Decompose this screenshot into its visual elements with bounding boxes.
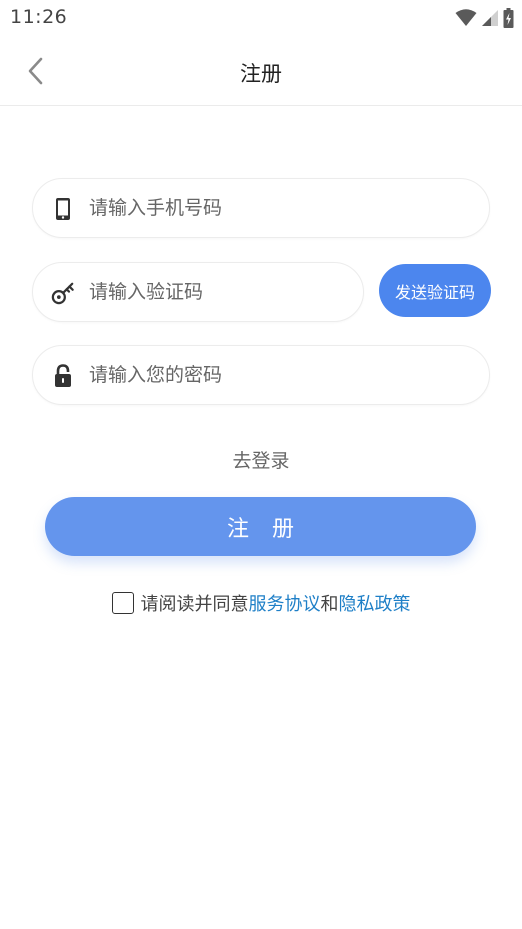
verification-code-field[interactable]: [32, 262, 364, 322]
status-icons: [455, 7, 514, 29]
send-code-button[interactable]: 发送验证码: [379, 264, 491, 317]
lock-icon: [51, 363, 75, 389]
agreement-row: 请阅读并同意 服务协议 和 隐私政策: [0, 590, 522, 616]
service-agreement-link[interactable]: 服务协议: [249, 590, 321, 616]
battery-charging-icon: [503, 8, 514, 28]
status-bar: 11:26: [0, 0, 522, 36]
agreement-checkbox[interactable]: [111, 592, 134, 614]
phone-field[interactable]: [32, 178, 490, 238]
phone-icon: [51, 196, 75, 222]
phone-input[interactable]: [89, 179, 473, 237]
password-field[interactable]: [32, 345, 490, 405]
wifi-icon: [455, 9, 477, 26]
status-time: 11:26: [10, 6, 68, 28]
app-header: 注册: [0, 36, 522, 106]
password-input[interactable]: [89, 346, 473, 404]
go-login-link[interactable]: 去登录: [0, 446, 522, 473]
agreement-prefix: 请阅读并同意: [140, 594, 249, 615]
key-icon: [51, 280, 75, 306]
agreement-and: 和: [320, 594, 339, 615]
register-button[interactable]: 注 册: [45, 497, 476, 556]
page-title: 注册: [240, 62, 282, 86]
verification-code-input[interactable]: [89, 263, 347, 321]
privacy-policy-link[interactable]: 隐私政策: [339, 590, 411, 616]
signal-icon: [482, 10, 498, 26]
